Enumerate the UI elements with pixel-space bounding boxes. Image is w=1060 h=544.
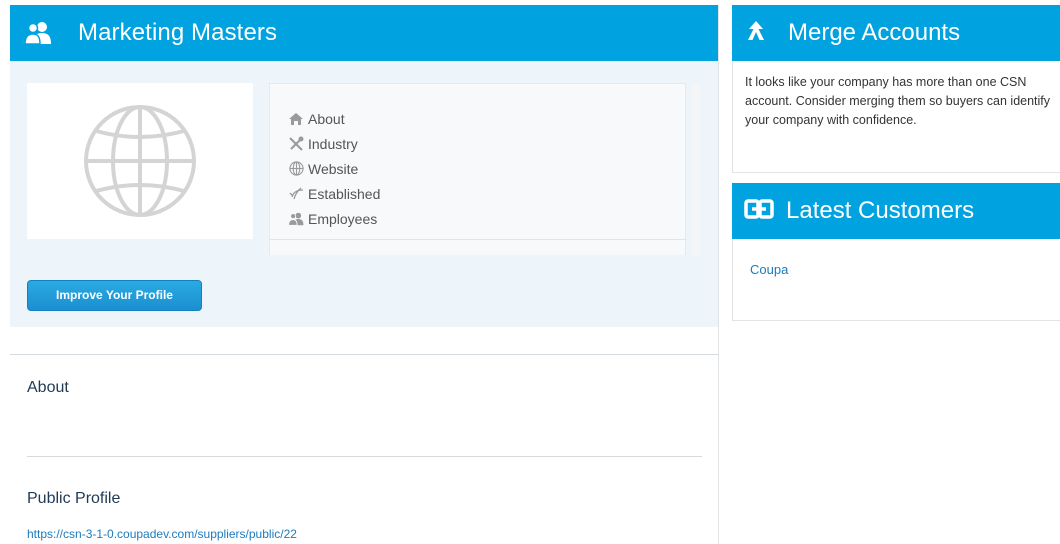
users-icon <box>24 20 54 46</box>
about-section-title: About <box>27 379 69 396</box>
section-divider <box>27 456 702 457</box>
public-profile-title: Public Profile <box>27 490 121 507</box>
latest-customers-title: Latest Customers <box>786 197 975 224</box>
info-card-footer <box>269 239 686 255</box>
info-item-industry: Industry <box>287 131 380 156</box>
customer-link[interactable]: Coupa <box>750 262 788 277</box>
tools-icon <box>287 136 305 152</box>
section-divider <box>10 354 718 355</box>
users-icon <box>287 211 305 227</box>
info-label: Website <box>308 160 359 177</box>
merge-accounts-header: Merge Accounts <box>732 5 1060 61</box>
established-icon <box>287 186 305 202</box>
link-icon <box>744 198 774 225</box>
info-label: About <box>308 110 345 127</box>
info-card-scrollbar[interactable] <box>692 83 700 255</box>
panel-gap <box>732 173 1060 183</box>
improve-profile-button[interactable]: Improve Your Profile <box>27 280 202 311</box>
merge-accounts-text: It looks like your company has more than… <box>732 61 1060 173</box>
public-profile-link[interactable]: https://csn-3-1-0.coupadev.com/suppliers… <box>27 527 297 541</box>
info-label: Industry <box>308 135 358 152</box>
company-info-list: About Industry Website Established Emplo… <box>287 106 380 231</box>
profile-column: Marketing Masters About Industry Website… <box>10 5 718 544</box>
merge-accounts-title: Merge Accounts <box>788 19 961 46</box>
info-label: Established <box>308 185 381 202</box>
profile-header: Marketing Masters <box>10 5 718 61</box>
info-item-employees: Employees <box>287 206 380 231</box>
company-logo-placeholder <box>27 83 253 239</box>
globe-icon <box>84 105 196 217</box>
info-item-about: About <box>287 106 380 131</box>
globe-icon <box>287 161 305 177</box>
info-item-website: Website <box>287 156 380 181</box>
merge-icon <box>744 19 768 48</box>
info-label: Employees <box>308 210 378 227</box>
info-item-established: Established <box>287 181 380 206</box>
home-icon <box>287 111 305 127</box>
latest-customers-header: Latest Customers <box>732 183 1060 239</box>
profile-summary: About Industry Website Established Emplo… <box>10 61 718 327</box>
company-info-card: About Industry Website Established Emplo… <box>269 83 686 239</box>
column-divider <box>718 5 719 544</box>
sidebar-column: Merge Accounts It looks like your compan… <box>732 5 1060 321</box>
company-name: Marketing Masters <box>78 19 278 46</box>
latest-customers-list: Coupa <box>732 239 1060 321</box>
